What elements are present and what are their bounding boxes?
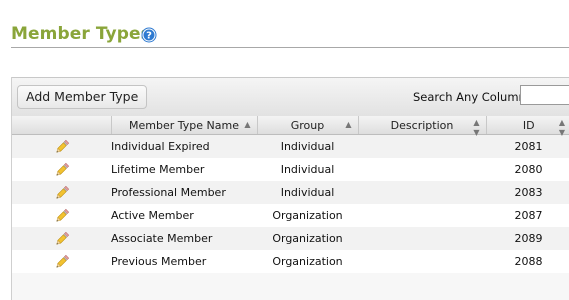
id-cell: 2087 [486,204,569,227]
edit-cell [12,250,111,273]
member-type-name-cell: Previous Member [111,250,257,273]
column-header-label: Description [390,118,454,132]
id-cell: 2080 [486,158,569,181]
description-cell [358,134,486,158]
svg-text:?: ? [146,31,152,42]
member-type-name-cell: Active Member [111,204,257,227]
description-cell [358,181,486,204]
edit-cell [12,204,111,227]
pencil-edit-icon[interactable] [54,185,70,201]
help-question-icon[interactable]: ? [141,27,157,43]
table-row: Lifetime Member Individual 2080 [12,158,569,181]
member-type-name-cell: Associate Member [111,227,257,250]
group-cell: Organization [257,250,358,273]
sort-asc-icon: ▲ [244,120,251,129]
table-header-row: Member Type Name ▲ Group ▲ Description ▲… [12,116,569,137]
column-header-id[interactable]: ID ▲ ▼ [486,116,569,137]
toolbar: Add Member Type Search Any Column: [12,77,569,117]
edit-cell [12,158,111,181]
table-row: Individual Expired Individual 2081 [12,134,569,158]
pencil-edit-icon[interactable] [54,254,70,270]
description-cell [358,227,486,250]
add-member-type-button[interactable]: Add Member Type [17,85,148,109]
member-type-name-cell: Professional Member [111,181,257,204]
search-input[interactable] [520,85,569,105]
group-cell: Individual [257,181,358,204]
column-header-description[interactable]: Description ▲ ▼ [358,116,487,137]
edit-cell [12,134,111,158]
member-type-name-cell: Individual Expired [111,134,257,158]
table-row: Professional Member Individual 2083 [12,181,569,204]
description-cell [358,250,486,273]
column-header-label: Member Type Name [129,118,239,132]
column-header-member-type-name[interactable]: Member Type Name ▲ [111,116,258,135]
column-header-label: Group [290,118,325,132]
pencil-edit-icon[interactable] [54,208,70,224]
column-header-edit [12,116,112,135]
sort-both-icon: ▲ ▼ [558,118,565,137]
id-cell: 2083 [486,181,569,204]
search-label: Search Any Column: [413,90,530,104]
pencil-edit-icon[interactable] [54,162,70,178]
group-cell: Organization [257,204,358,227]
id-cell: 2089 [486,227,569,250]
page-title: Member Types [11,24,151,44]
group-cell: Individual [257,158,358,181]
title-divider [11,47,569,48]
table-row: Active Member Organization 2087 [12,204,569,227]
column-header-label: ID [522,118,535,132]
member-type-name-cell: Lifetime Member [111,158,257,181]
group-cell: Individual [257,134,358,158]
group-cell: Organization [257,227,358,250]
table-row: Associate Member Organization 2089 [12,227,569,250]
sort-both-icon: ▲ ▼ [473,118,480,137]
edit-cell [12,181,111,204]
member-types-panel: Add Member Type Search Any Column: Membe… [11,77,569,300]
id-cell: 2081 [486,134,569,158]
column-header-group[interactable]: Group ▲ [257,116,359,135]
pencil-edit-icon[interactable] [54,139,70,155]
table-row: Previous Member Organization 2088 [12,250,569,273]
description-cell [358,204,486,227]
sort-asc-icon: ▲ [345,120,352,129]
description-cell [358,158,486,181]
id-cell: 2088 [486,250,569,273]
table-body: Individual Expired Individual 2081 Lifet… [12,134,569,273]
member-types-table: Member Type Name ▲ Group ▲ Description ▲… [12,116,569,273]
pencil-edit-icon[interactable] [54,231,70,247]
edit-cell [12,227,111,250]
